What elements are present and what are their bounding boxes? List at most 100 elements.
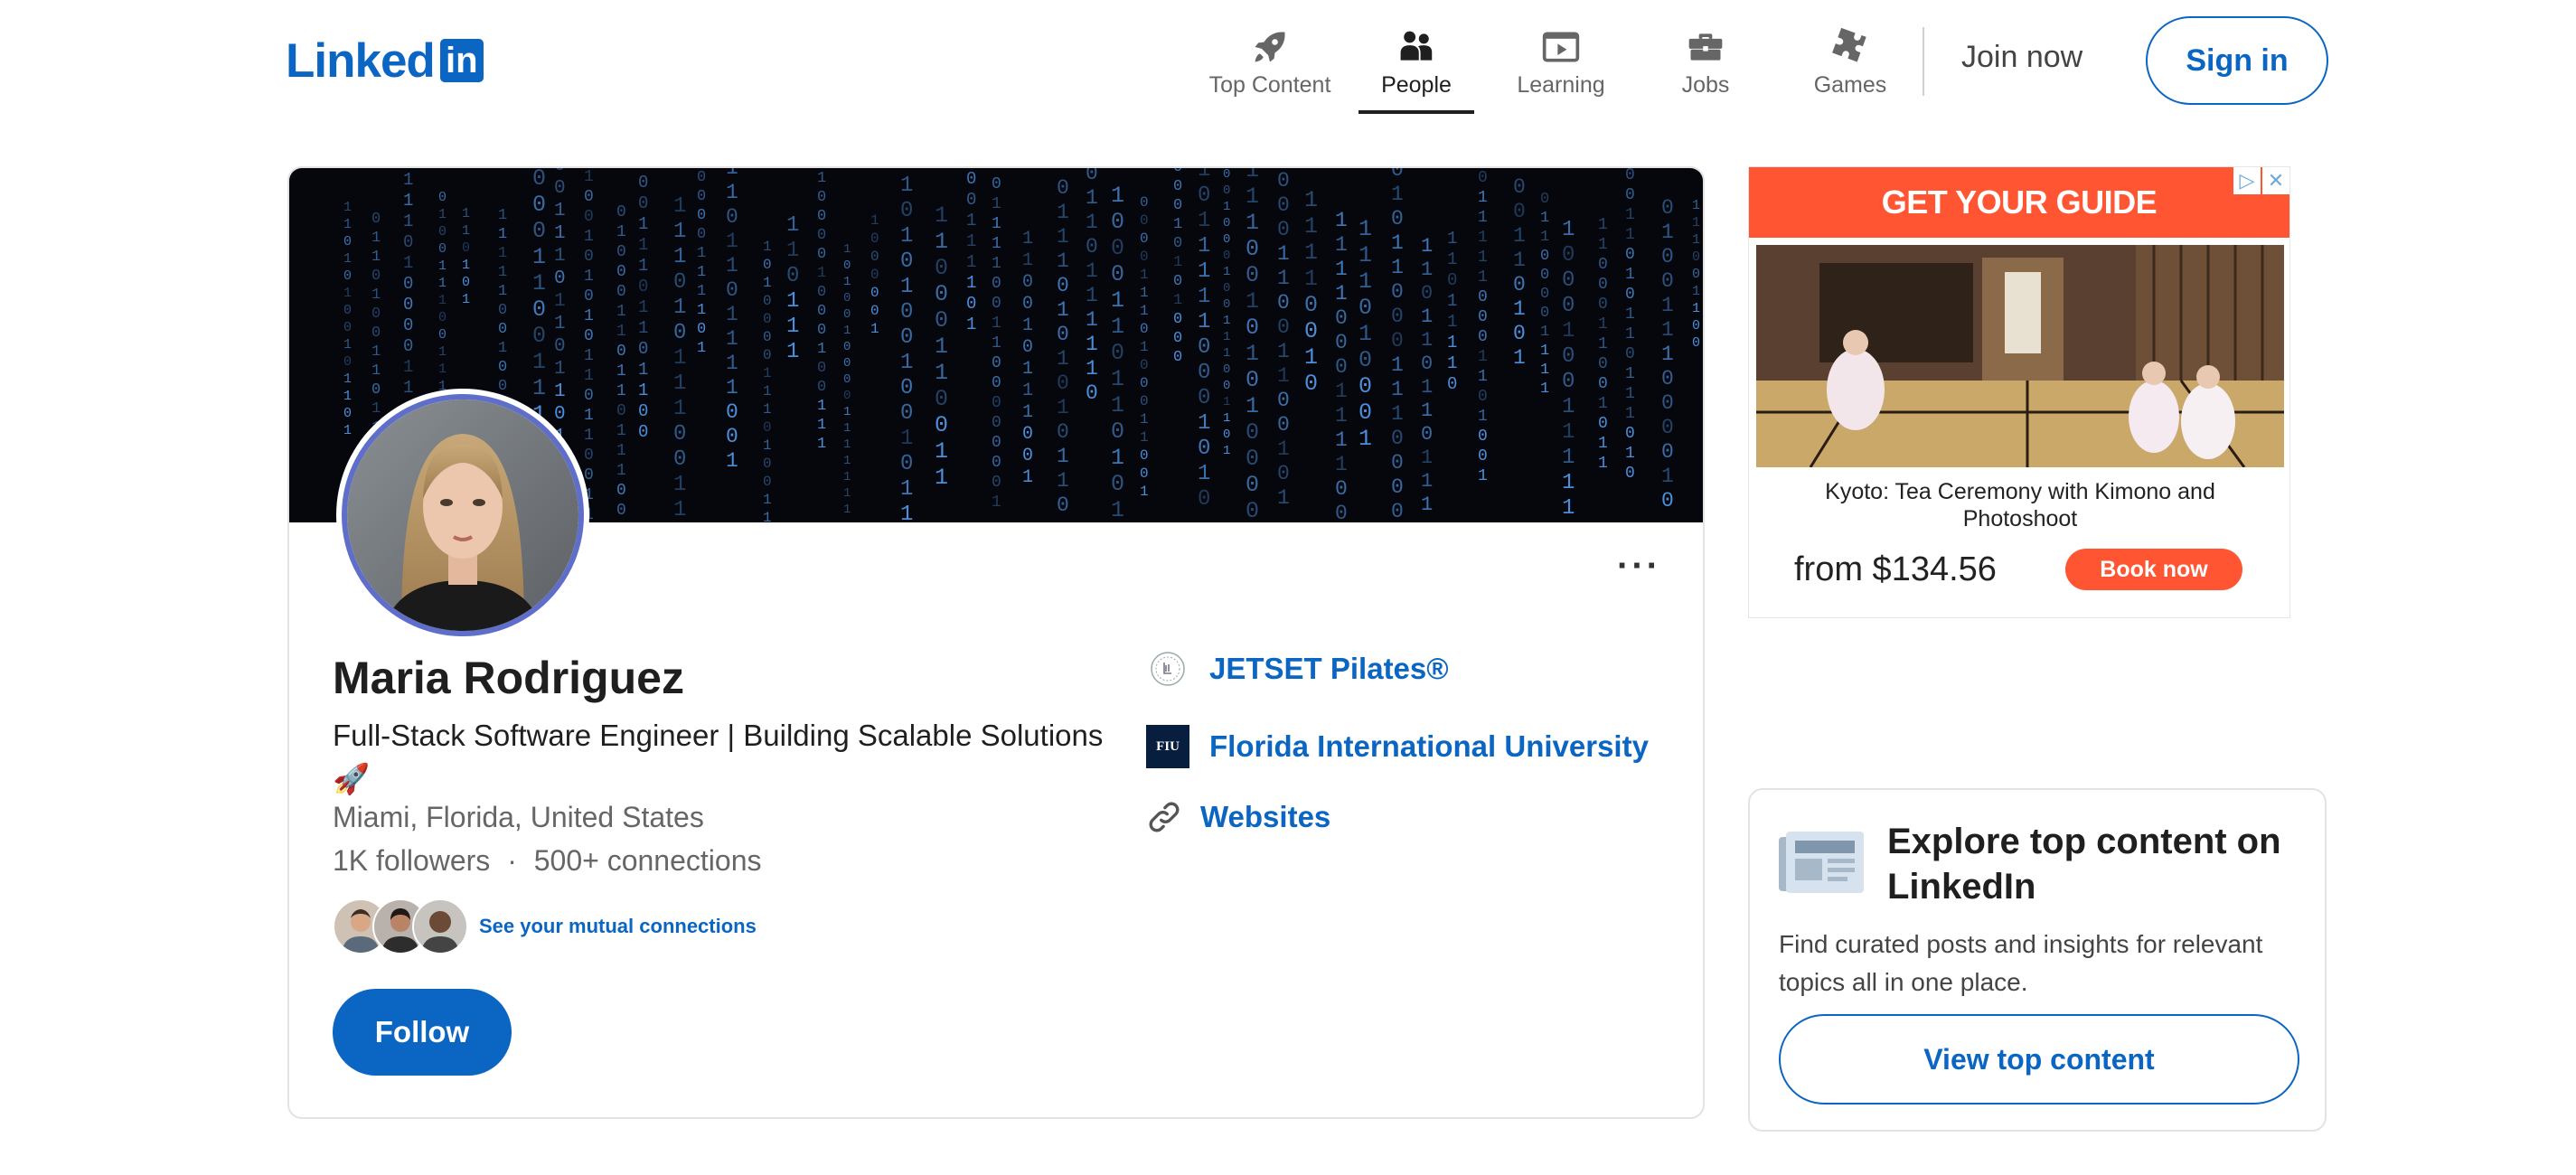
svg-text:0: 0 — [616, 263, 626, 281]
svg-text:1: 1 — [900, 174, 913, 198]
svg-text:0: 0 — [371, 324, 381, 342]
svg-text:1: 1 — [1661, 343, 1674, 366]
svg-text:0: 0 — [992, 374, 1001, 392]
svg-text:0: 0 — [1140, 393, 1149, 409]
websites-link[interactable]: Websites — [1146, 799, 1330, 835]
svg-text:0: 0 — [817, 208, 826, 225]
sponsored-ad[interactable]: GET YOUR GUIDE ▷ ✕ Kyoto: Tea Ceremony w… — [1748, 166, 2290, 618]
svg-text:1: 1 — [584, 168, 594, 186]
more-options-button[interactable]: ··· — [1617, 548, 1661, 584]
svg-text:1: 1 — [1277, 340, 1290, 363]
connections-count[interactable]: 500+ connections — [534, 844, 762, 877]
svg-text:0: 0 — [638, 193, 648, 213]
svg-text:1: 1 — [616, 362, 626, 381]
svg-text:1: 1 — [1562, 471, 1575, 495]
ad-info-icon[interactable]: ▷ — [2233, 167, 2261, 194]
ad-image[interactable] — [1756, 245, 2284, 467]
svg-text:1: 1 — [992, 235, 1001, 253]
svg-text:1: 1 — [1692, 232, 1700, 248]
svg-text:1: 1 — [726, 303, 738, 326]
svg-text:1: 1 — [1022, 381, 1033, 401]
svg-text:1: 1 — [1246, 341, 1259, 367]
svg-text:0: 0 — [1478, 288, 1488, 306]
nav-games-label: Games — [1813, 72, 1887, 98]
nav-jobs[interactable]: Jobs — [1648, 24, 1763, 110]
svg-text:1: 1 — [763, 510, 772, 522]
svg-text:0: 0 — [726, 400, 738, 424]
svg-text:1: 1 — [638, 297, 648, 317]
svg-text:0: 0 — [1140, 194, 1149, 211]
followers-count[interactable]: 1K followers — [333, 844, 490, 877]
svg-text:1: 1 — [1173, 216, 1182, 233]
svg-text:1: 1 — [343, 371, 352, 387]
svg-text:0: 0 — [935, 386, 948, 412]
profile-headline: Full-Stack Software Engineer | Building … — [333, 719, 1104, 795]
svg-text:1: 1 — [763, 239, 772, 255]
ad-title[interactable]: Kyoto: Tea Ceremony with Kimono and Phot… — [1776, 478, 2264, 532]
svg-text:0: 0 — [1391, 500, 1404, 522]
svg-text:1: 1 — [1140, 484, 1149, 500]
book-now-button[interactable]: Book now — [2065, 549, 2242, 590]
svg-text:1: 1 — [343, 251, 352, 267]
svg-text:0: 0 — [438, 190, 447, 205]
svg-text:1: 1 — [498, 264, 507, 281]
svg-text:0: 0 — [1140, 249, 1149, 265]
svg-text:0: 0 — [1277, 462, 1290, 485]
svg-text:1: 1 — [673, 296, 686, 320]
svg-text:1: 1 — [1447, 312, 1457, 332]
svg-text:1: 1 — [843, 421, 851, 436]
nav-top-content[interactable]: Top Content — [1202, 24, 1338, 110]
svg-text:0: 0 — [1057, 420, 1069, 444]
mutual-connections-link[interactable]: See your mutual connections — [479, 915, 757, 938]
svg-text:1: 1 — [638, 214, 648, 234]
svg-text:1: 1 — [900, 351, 913, 375]
svg-text:0: 0 — [726, 205, 738, 229]
nav-games[interactable]: Games — [1792, 24, 1908, 110]
svg-text:1: 1 — [532, 349, 546, 375]
svg-text:1: 1 — [1540, 362, 1549, 379]
company-link[interactable]: JETSET Pilates® — [1146, 647, 1449, 691]
svg-text:1: 1 — [992, 215, 1001, 233]
follow-button[interactable]: Follow — [333, 989, 512, 1076]
svg-text:0: 0 — [1223, 281, 1230, 296]
svg-text:1: 1 — [1478, 408, 1488, 426]
svg-text:1: 1 — [1562, 420, 1575, 445]
ad-close-icon[interactable]: ✕ — [2262, 167, 2289, 194]
svg-text:0: 0 — [1057, 323, 1069, 346]
svg-text:0: 0 — [1277, 389, 1290, 412]
svg-text:0: 0 — [843, 307, 851, 322]
svg-text:1: 1 — [343, 389, 352, 404]
svg-text:0: 0 — [1140, 212, 1149, 229]
svg-text:1: 1 — [786, 315, 799, 339]
svg-text:0: 0 — [1391, 207, 1404, 230]
svg-text:0: 0 — [992, 275, 1001, 293]
svg-text:0: 0 — [817, 227, 826, 244]
svg-text:1: 1 — [1086, 357, 1098, 381]
svg-text:1: 1 — [935, 229, 948, 255]
svg-text:1: 1 — [1277, 267, 1290, 290]
svg-text:1: 1 — [1140, 303, 1149, 319]
svg-text:0: 0 — [1335, 477, 1348, 501]
svg-text:1: 1 — [638, 168, 648, 172]
linkedin-logo[interactable]: Linked in — [286, 34, 484, 88]
svg-text:0: 0 — [1246, 446, 1259, 472]
svg-text:0: 0 — [1022, 424, 1033, 445]
mutual-connections[interactable]: See your mutual connections — [333, 898, 757, 954]
sign-in-button[interactable]: Sign in — [2146, 16, 2328, 105]
svg-text:1: 1 — [638, 381, 648, 400]
nav-learning[interactable]: Learning — [1503, 24, 1619, 110]
svg-text:1: 1 — [638, 235, 648, 255]
join-now-link[interactable]: Join now — [1961, 40, 2082, 75]
view-top-content-button[interactable]: View top content — [1779, 1014, 2299, 1104]
svg-text:1: 1 — [1661, 318, 1674, 342]
svg-text:1: 1 — [1692, 198, 1700, 213]
ad-choices[interactable]: ▷ ✕ — [2232, 167, 2289, 194]
avatar[interactable] — [336, 389, 589, 642]
svg-text:1: 1 — [1391, 353, 1404, 377]
school-link[interactable]: FIU Florida International University — [1146, 725, 1649, 768]
nav-people[interactable]: People — [1359, 24, 1474, 114]
svg-text:0: 0 — [1562, 294, 1575, 318]
svg-text:1: 1 — [1086, 308, 1098, 332]
svg-text:1: 1 — [1359, 268, 1372, 295]
svg-text:0: 0 — [1540, 305, 1549, 322]
